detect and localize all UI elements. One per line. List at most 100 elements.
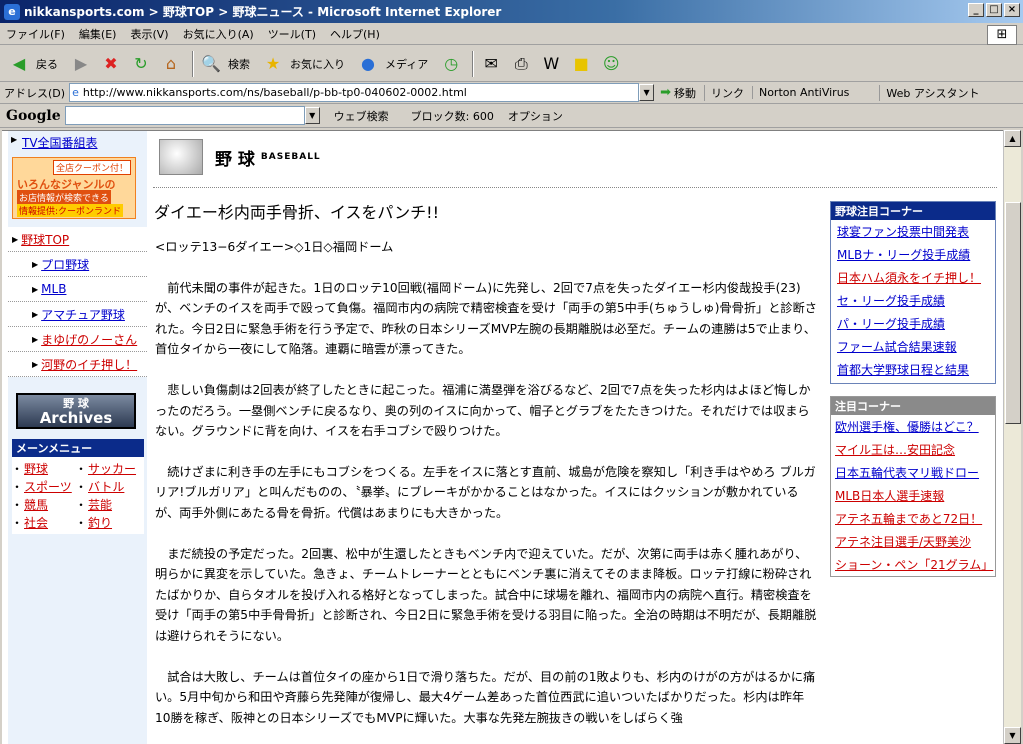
options-button[interactable]: オプション	[508, 108, 563, 124]
address-dropdown[interactable]: ▼	[639, 84, 655, 101]
menu-link-keiba[interactable]: 競馬	[11, 496, 78, 513]
nav-link[interactable]: プロ野球	[41, 256, 89, 273]
minimize-button[interactable]: _	[968, 3, 984, 17]
nav-item-mlb[interactable]: MLB	[8, 277, 147, 302]
stop-icon[interactable]: ✖	[98, 51, 124, 77]
favorites-button[interactable]: お気に入り	[290, 56, 345, 72]
corner-link[interactable]: パ・リーグ投手成績	[831, 312, 995, 335]
go-arrow-icon[interactable]: ➡	[660, 85, 671, 100]
forward-arrow-icon[interactable]: ▶	[68, 51, 94, 77]
edit-icon[interactable]: W	[538, 51, 564, 77]
nav-link[interactable]: 河野のイチ押し！	[41, 356, 137, 373]
menu-edit[interactable]: 編集(E)	[79, 26, 117, 42]
featured-link[interactable]: アテネ注目選手/天野美沙	[831, 530, 995, 553]
main-content: 野 球 BASEBALL ダイエー杉内両手骨折、イスをパンチ!! <ロッテ13−…	[147, 131, 997, 744]
address-input[interactable]: e http://www.nikkansports.com/ns/basebal…	[69, 83, 640, 102]
mail-icon[interactable]: ✉	[478, 51, 504, 77]
links-button[interactable]: リンク	[703, 84, 744, 101]
menu-link-sports[interactable]: スポーツ	[11, 478, 78, 495]
menu-link-society[interactable]: 社会	[11, 514, 78, 531]
coupon-tag: 全店クーポン付！	[52, 160, 131, 175]
tv-listings-link[interactable]: TV全国番組表	[8, 131, 147, 153]
media-icon[interactable]: ●	[355, 51, 381, 77]
search-button[interactable]: 検索	[228, 56, 250, 72]
right-column: 野球注目コーナー 球宴ファン投票中間発表 MLBナ・リーグ投手成績 日本ハム須永…	[830, 201, 996, 577]
coupon-line3: 情報提供:クーポンランド	[17, 204, 124, 217]
corner-link[interactable]: MLBナ・リーグ投手成績	[831, 243, 995, 266]
menu-view[interactable]: 表示(V)	[130, 26, 168, 42]
nav-item-baseball-top[interactable]: 野球TOP	[8, 227, 147, 252]
archives-bottom: Archives	[39, 409, 113, 427]
featured-link[interactable]: ショーン・ペン「21グラム」	[831, 553, 995, 576]
article-paragraph: まだ続投の予定だった。2回裏、松中が生還したときもベンチ内で迎えていた。だが、次…	[155, 546, 817, 643]
toolbar: ◀ 戻る ▶ ✖ ↻ ⌂ 🔍 検索 ★ お気に入り ● メディア ◷ ✉ ⎙ W…	[0, 46, 1023, 82]
scroll-thumb[interactable]	[1005, 202, 1021, 424]
archives-banner[interactable]: 野 球 Archives	[16, 393, 136, 429]
window-title: nikkansports.com > 野球TOP > 野球ニュース - Micr…	[24, 5, 502, 19]
refresh-icon[interactable]: ↻	[128, 51, 154, 77]
featured-link[interactable]: アテネ五輪まであと72日！	[831, 507, 995, 530]
menu-link-battle[interactable]: バトル	[75, 478, 142, 495]
search-icon[interactable]: 🔍	[198, 51, 224, 77]
scroll-up-arrow[interactable]: ▲	[1004, 130, 1021, 147]
discuss-icon[interactable]: ■	[568, 51, 594, 77]
corner-link[interactable]: セ・リーグ投手成績	[831, 289, 995, 312]
nav-link[interactable]: MLB	[41, 282, 66, 296]
messenger-icon[interactable]: ☺	[598, 51, 624, 77]
nav-item-mayuge[interactable]: まゆげのノーさん	[8, 327, 147, 352]
baseball-corner-box: 野球注目コーナー 球宴ファン投票中間発表 MLBナ・リーグ投手成績 日本ハム須永…	[830, 201, 996, 384]
go-button[interactable]: 移動	[674, 85, 696, 101]
page-icon: e	[72, 86, 79, 99]
featured-link[interactable]: 日本五輪代表マリ戦ドロー	[831, 461, 995, 484]
google-logo[interactable]: Google	[6, 108, 61, 124]
back-button[interactable]: 戻る	[36, 56, 58, 72]
menu-link-geino[interactable]: 芸能	[75, 496, 142, 513]
nav-item-kono[interactable]: 河野のイチ押し！	[8, 352, 147, 377]
corner-link[interactable]: 首都大学野球日程と結果	[831, 358, 995, 381]
nav-item-amateur[interactable]: アマチュア野球	[8, 302, 147, 327]
menu-link-baseball[interactable]: 野球	[11, 460, 78, 477]
divider	[153, 187, 997, 188]
web-assistant-button[interactable]: Web アシスタント	[879, 84, 979, 101]
maximize-button[interactable]: □	[986, 3, 1002, 17]
vertical-scrollbar[interactable]: ▲ ▼	[1003, 130, 1021, 744]
nav-link[interactable]: 野球TOP	[21, 231, 69, 248]
back-arrow-icon[interactable]: ◀	[6, 51, 32, 77]
menu-help[interactable]: ヘルプ(H)	[330, 26, 380, 42]
article-paragraph: 続けざまに利き手の左手にもコブシをつくる。左手をイスに落とす直前、城島が危険を察…	[155, 464, 816, 520]
corner-link[interactable]: ファーム試合結果速報	[831, 335, 995, 358]
menu-link-soccer[interactable]: サッカー	[75, 460, 142, 477]
menu-tools[interactable]: ツール(T)	[268, 26, 316, 42]
close-button[interactable]: ×	[1004, 3, 1020, 17]
google-search-input[interactable]	[64, 106, 305, 125]
left-column: TV全国番組表 全店クーポン付！ いろんなジャンルの お店情報が検索できる 情報…	[8, 131, 147, 744]
nav-link[interactable]: アマチュア野球	[41, 306, 125, 323]
menu-file[interactable]: ファイル(F)	[6, 26, 65, 42]
print-icon[interactable]: ⎙	[508, 51, 534, 77]
scroll-down-arrow[interactable]: ▼	[1004, 727, 1021, 744]
favorites-star-icon[interactable]: ★	[260, 51, 286, 77]
featured-link[interactable]: 欧州選手権、優勝はどこ？	[831, 415, 995, 438]
media-button[interactable]: メディア	[385, 56, 428, 72]
norton-button[interactable]: Norton AntiVirus	[751, 86, 849, 99]
home-icon[interactable]: ⌂	[158, 51, 184, 77]
featured-link[interactable]: マイル王は…安田記念	[831, 438, 995, 461]
menu-link-fishing[interactable]: 釣り	[75, 514, 142, 531]
page-viewport: TV全国番組表 全店クーポン付！ いろんなジャンルの お店情報が検索できる 情報…	[2, 130, 1003, 744]
featured-corner-box: 注目コーナー 欧州選手権、優勝はどこ？ マイル王は…安田記念 日本五輪代表マリ戦…	[830, 396, 996, 577]
main-menu: 野球 サッカー スポーツ バトル 競馬 芸能 社会 釣り	[11, 457, 144, 534]
corner-link[interactable]: 日本ハム須永をイチ押し！	[831, 266, 995, 289]
featured-link[interactable]: MLB日本人選手速報	[831, 484, 995, 507]
section-header: 野 球 BASEBALL	[159, 139, 321, 175]
google-search-button[interactable]: ウェブ検索	[334, 108, 389, 124]
coupon-banner[interactable]: 全店クーポン付！ いろんなジャンルの お店情報が検索できる 情報提供:クーポンラ…	[12, 157, 136, 219]
nav-link[interactable]: まゆげのノーさん	[41, 331, 137, 348]
nav-item-pro-baseball[interactable]: プロ野球	[8, 252, 147, 277]
menu-favorites[interactable]: お気に入り(A)	[183, 26, 254, 42]
block-count[interactable]: ブロック数: 600	[411, 108, 494, 124]
history-icon[interactable]: ◷	[438, 51, 464, 77]
google-dropdown[interactable]: ▼	[304, 107, 320, 124]
ie-icon: e	[4, 3, 20, 20]
corner-link[interactable]: 球宴ファン投票中間発表	[831, 220, 995, 243]
section-subtitle: BASEBALL	[260, 152, 321, 162]
